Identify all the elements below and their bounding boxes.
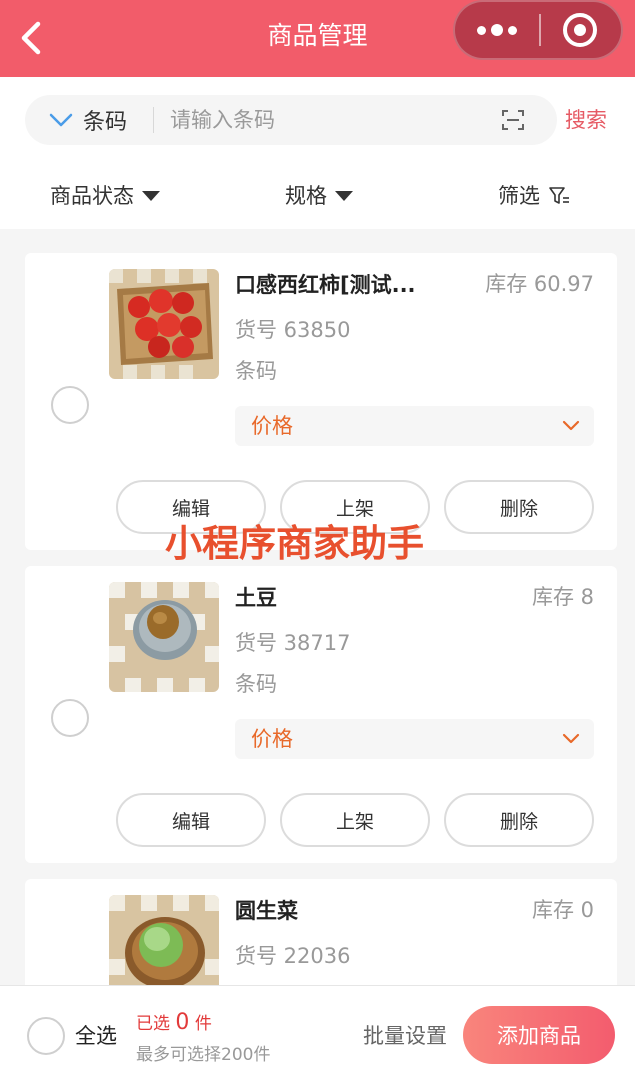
funnel-icon	[549, 187, 569, 204]
status-filter-label: 商品状态	[50, 184, 134, 208]
capsule-divider	[539, 14, 541, 46]
product-sku: 货号 38717	[235, 631, 351, 655]
list-button[interactable]: 上架	[280, 793, 430, 847]
filter-button[interactable]: 筛选	[498, 181, 570, 211]
price-label: 价格	[251, 414, 293, 438]
selected-suffix: 件	[194, 1014, 212, 1034]
more-icon[interactable]	[455, 2, 539, 58]
scan-icon[interactable]	[501, 108, 525, 132]
chevron-down-icon	[562, 420, 580, 431]
close-miniprogram-icon[interactable]	[563, 13, 597, 47]
price-dropdown[interactable]: 价格	[235, 719, 594, 759]
product-barcode: 条码	[235, 359, 277, 383]
miniprogram-capsule	[453, 0, 623, 60]
max-selection-note: 最多可选择200件	[136, 1045, 271, 1065]
edit-button[interactable]: 编辑	[116, 793, 266, 847]
search-button[interactable]: 搜索	[565, 104, 607, 136]
product-card: 口感西红柿[测试... 库存 60.97 货号 63850 条码 价格 编辑 上…	[25, 253, 617, 550]
select-all-label[interactable]: 全选	[75, 1021, 117, 1051]
chevron-down-icon	[49, 113, 73, 127]
divider	[153, 107, 154, 133]
product-card: 土豆 库存 8 货号 38717 条码 价格 编辑 上架 删除	[25, 566, 617, 863]
search-panel: 条码 搜索 商品状态 规格 筛选	[0, 77, 635, 229]
chevron-down-icon	[562, 733, 580, 744]
product-checkbox[interactable]	[51, 699, 89, 737]
caret-down-icon	[335, 191, 353, 201]
product-image-potato[interactable]	[109, 582, 219, 692]
search-box: 条码	[25, 95, 557, 145]
product-name: 圆生菜	[235, 899, 298, 923]
price-dropdown[interactable]: 价格	[235, 406, 594, 446]
search-type-label: 条码	[83, 110, 128, 135]
product-name: 口感西红柿[测试...	[235, 273, 416, 297]
selected-prefix: 已选	[136, 1014, 170, 1034]
product-stock: 库存 60.97	[485, 272, 594, 296]
add-product-button[interactable]: 添加商品	[463, 1006, 615, 1064]
batch-settings-button[interactable]: 批量设置	[363, 1021, 447, 1051]
search-input[interactable]	[170, 95, 480, 145]
product-image-tomato[interactable]	[109, 269, 219, 379]
product-checkbox[interactable]	[51, 386, 89, 424]
product-barcode: 条码	[235, 672, 277, 696]
selected-number: 0	[175, 1010, 190, 1035]
selected-count: 已选 0 件	[136, 1008, 212, 1039]
product-sku: 货号 63850	[235, 318, 351, 342]
status-filter[interactable]: 商品状态	[50, 181, 160, 211]
filter-label: 筛选	[498, 184, 540, 208]
select-all-checkbox[interactable]	[27, 1017, 65, 1055]
search-type-select[interactable]: 条码	[49, 95, 127, 145]
product-sku: 货号 22036	[235, 944, 351, 968]
spec-filter[interactable]: 规格	[285, 181, 353, 211]
bottom-action-bar: 全选 已选 0 件 最多可选择200件 批量设置 添加商品	[0, 985, 635, 1081]
filter-bar: 商品状态 规格 筛选	[0, 177, 635, 217]
price-label: 价格	[251, 727, 293, 751]
delete-button[interactable]: 删除	[444, 480, 594, 534]
watermark-text: 小程序商家助手	[165, 522, 424, 565]
delete-button[interactable]: 删除	[444, 793, 594, 847]
caret-down-icon	[142, 191, 160, 201]
product-stock: 库存 0	[531, 898, 594, 922]
spec-filter-label: 规格	[285, 184, 327, 208]
product-card: 圆生菜 库存 0 货号 22036	[25, 879, 617, 1005]
product-stock: 库存 8	[531, 585, 594, 609]
product-name: 土豆	[235, 586, 277, 610]
nav-header: 商品管理	[0, 0, 635, 77]
